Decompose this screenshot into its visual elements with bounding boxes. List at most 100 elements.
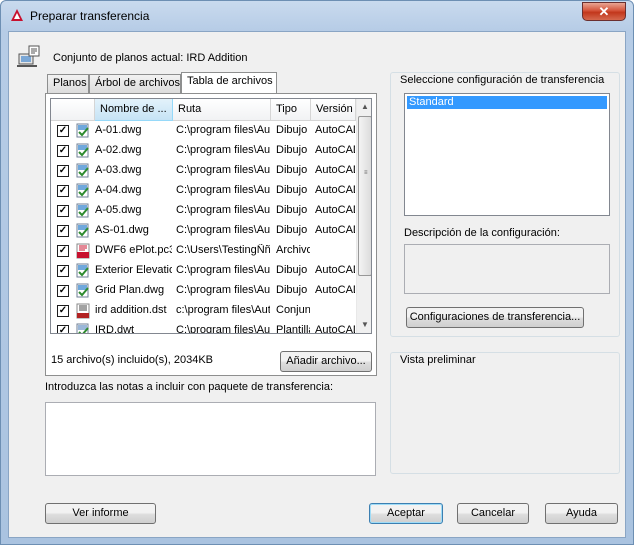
cancel-button[interactable]: Cancelar [457, 503, 529, 524]
file-path-cell: C:\program files\Aut [176, 184, 270, 196]
include-checkbox[interactable]: ✓ [57, 245, 69, 257]
dst-file-icon [75, 303, 91, 319]
table-row[interactable]: ✓ ird addition.dst c:\program files\Auto Co… [51, 301, 356, 321]
config-group-label: Seleccione configuración de transferenci… [398, 74, 607, 86]
table-row[interactable]: ✓ Exterior Elevatio C:\program files\Aut Di… [51, 261, 356, 281]
table-row[interactable]: ✓ A-05.dwg C:\program files\Aut Dibujo c Aut… [51, 201, 356, 221]
include-checkbox[interactable]: ✓ [57, 165, 69, 177]
scroll-down-icon[interactable]: ▼ [357, 317, 371, 333]
file-path-cell: C:\program files\Aut [176, 144, 270, 156]
file-type-cell: Dibujo c [276, 204, 310, 216]
tab-arbol-archivos[interactable]: Árbol de archivos [89, 74, 181, 93]
tab-tabla-archivos[interactable]: Tabla de archivos [181, 72, 277, 93]
file-version-cell: AutoCAD [315, 164, 355, 176]
dwg-file-icon [75, 143, 91, 159]
autocad-logo-icon [11, 9, 23, 21]
table-row[interactable]: ✓ A-01.dwg C:\program files\Aut Dibujo c Aut… [51, 121, 356, 141]
include-checkbox[interactable]: ✓ [57, 285, 69, 297]
config-item-standard[interactable]: Standard [407, 96, 607, 109]
column-header-path[interactable]: Ruta [173, 99, 271, 121]
dwg-file-icon [75, 163, 91, 179]
help-button[interactable]: Ayuda [545, 503, 618, 524]
file-name-cell: A-04.dwg [95, 184, 142, 196]
file-path-cell: C:\program files\Aut [176, 224, 270, 236]
tab-label: Tabla de archivos [187, 75, 273, 87]
dwg-file-icon [75, 123, 91, 139]
dialog-window: Preparar transferencia ✕ Conjunto de pla… [0, 0, 634, 545]
transfer-configs-label: Configuraciones de transferencia... [409, 311, 581, 323]
view-report-label: Ver informe [72, 507, 129, 519]
file-path-cell: C:\program files\Aut [176, 204, 270, 216]
scroll-up-icon[interactable]: ▲ [357, 99, 371, 115]
accept-label: Aceptar [387, 507, 425, 519]
config-description-field [404, 244, 610, 294]
column-header-check[interactable] [51, 99, 95, 121]
files-summary: 15 archivo(s) incluido(s), 2034KB [51, 354, 214, 366]
include-checkbox[interactable]: ✓ [57, 225, 69, 237]
file-type-cell: Plantilla [276, 324, 310, 334]
transfer-configs-button[interactable]: Configuraciones de transferencia... [406, 307, 584, 328]
table-row[interactable]: ✓ IRD.dwt C:\program files\Aut Plantilla Aut… [51, 321, 356, 334]
file-name-cell: IRD.dwt [95, 324, 135, 334]
file-path-cell: C:\program files\Aut [176, 324, 270, 334]
file-name-cell: A-01.dwg [95, 124, 142, 136]
notes-label: Introduzca las notas a incluir con paque… [45, 381, 334, 393]
include-checkbox[interactable]: ✓ [57, 305, 69, 317]
scroll-thumb[interactable]: ≡ [358, 116, 371, 276]
preview-label: Vista preliminar [398, 354, 478, 366]
cancel-label: Cancelar [470, 507, 516, 519]
table-row[interactable]: ✓ A-04.dwg C:\program files\Aut Dibujo c Aut… [51, 181, 356, 201]
include-checkbox[interactable]: ✓ [57, 185, 69, 197]
file-version-cell: AutoCAD [315, 184, 355, 196]
column-header-type[interactable]: Tipo [271, 99, 311, 121]
help-label: Ayuda [566, 507, 597, 519]
column-header-name[interactable]: Nombre de ... [95, 99, 173, 121]
dialog-body: Conjunto de planos actual: IRD Addition … [8, 31, 626, 538]
add-file-label: Añadir archivo... [286, 355, 366, 367]
table-row[interactable]: ✓ AS-01.dwg C:\program files\Aut Dibujo c Au… [51, 221, 356, 241]
pc3-file-icon [75, 243, 91, 259]
column-header-version[interactable]: Versión [311, 99, 356, 121]
close-button[interactable]: ✕ [582, 2, 626, 21]
file-name-cell: Exterior Elevatio [95, 264, 172, 276]
file-name-cell: AS-01.dwg [95, 224, 149, 236]
view-report-button[interactable]: Ver informe [45, 503, 156, 524]
include-checkbox[interactable]: ✓ [57, 325, 69, 333]
include-checkbox[interactable]: ✓ [57, 125, 69, 137]
grip-icon: ≡ [364, 170, 368, 176]
tab-planos[interactable]: Planos [47, 74, 89, 93]
include-checkbox[interactable]: ✓ [57, 145, 69, 157]
config-description-label: Descripción de la configuración: [404, 227, 560, 239]
notes-textarea[interactable] [45, 402, 376, 476]
file-version-cell: AutoCAD [315, 144, 355, 156]
file-version-cell [315, 304, 355, 319]
title-bar[interactable]: Preparar transferencia ✕ [1, 1, 633, 31]
window-title: Preparar transferencia [30, 9, 150, 23]
add-file-button[interactable]: Añadir archivo... [280, 351, 372, 372]
file-version-cell: AutoCAD [315, 204, 355, 216]
file-name-cell: A-05.dwg [95, 204, 142, 216]
transfer-config-list[interactable]: Standard [404, 93, 610, 216]
table-row[interactable]: ✓ DWF6 ePlot.pc3 C:\Users\TestingÑñ Archivo [51, 241, 356, 261]
file-type-cell: Dibujo c [276, 284, 310, 296]
file-name-cell: DWF6 ePlot.pc3 [95, 244, 172, 256]
table-row[interactable]: ✓ A-02.dwg C:\program files\Aut Dibujo c Aut… [51, 141, 356, 161]
table-row[interactable]: ✓ A-03.dwg C:\program files\Aut Dibujo c Aut… [51, 161, 356, 181]
file-path-cell: C:\program files\Aut [176, 124, 270, 136]
file-path-cell: C:\Users\TestingÑñ [176, 244, 270, 256]
vertical-scrollbar[interactable]: ▲ ≡ ▼ [356, 99, 371, 333]
file-version-cell: AutoCAD [315, 224, 355, 236]
accept-button[interactable]: Aceptar [369, 503, 443, 524]
file-path-cell: C:\program files\Aut [176, 264, 270, 276]
file-version-cell: AutoCAD [315, 264, 355, 276]
file-name-cell: A-02.dwg [95, 144, 142, 156]
file-name-cell: Grid Plan.dwg [95, 284, 165, 296]
transmit-icon [17, 45, 40, 67]
file-path-cell: C:\program files\Aut [176, 284, 270, 296]
include-checkbox[interactable]: ✓ [57, 205, 69, 217]
table-row[interactable]: ✓ Grid Plan.dwg C:\program files\Aut Dibujo… [51, 281, 356, 301]
include-checkbox[interactable]: ✓ [57, 265, 69, 277]
dwg-file-icon [75, 283, 91, 299]
file-path-cell: c:\program files\Auto [176, 304, 270, 316]
dwg-file-icon [75, 223, 91, 239]
